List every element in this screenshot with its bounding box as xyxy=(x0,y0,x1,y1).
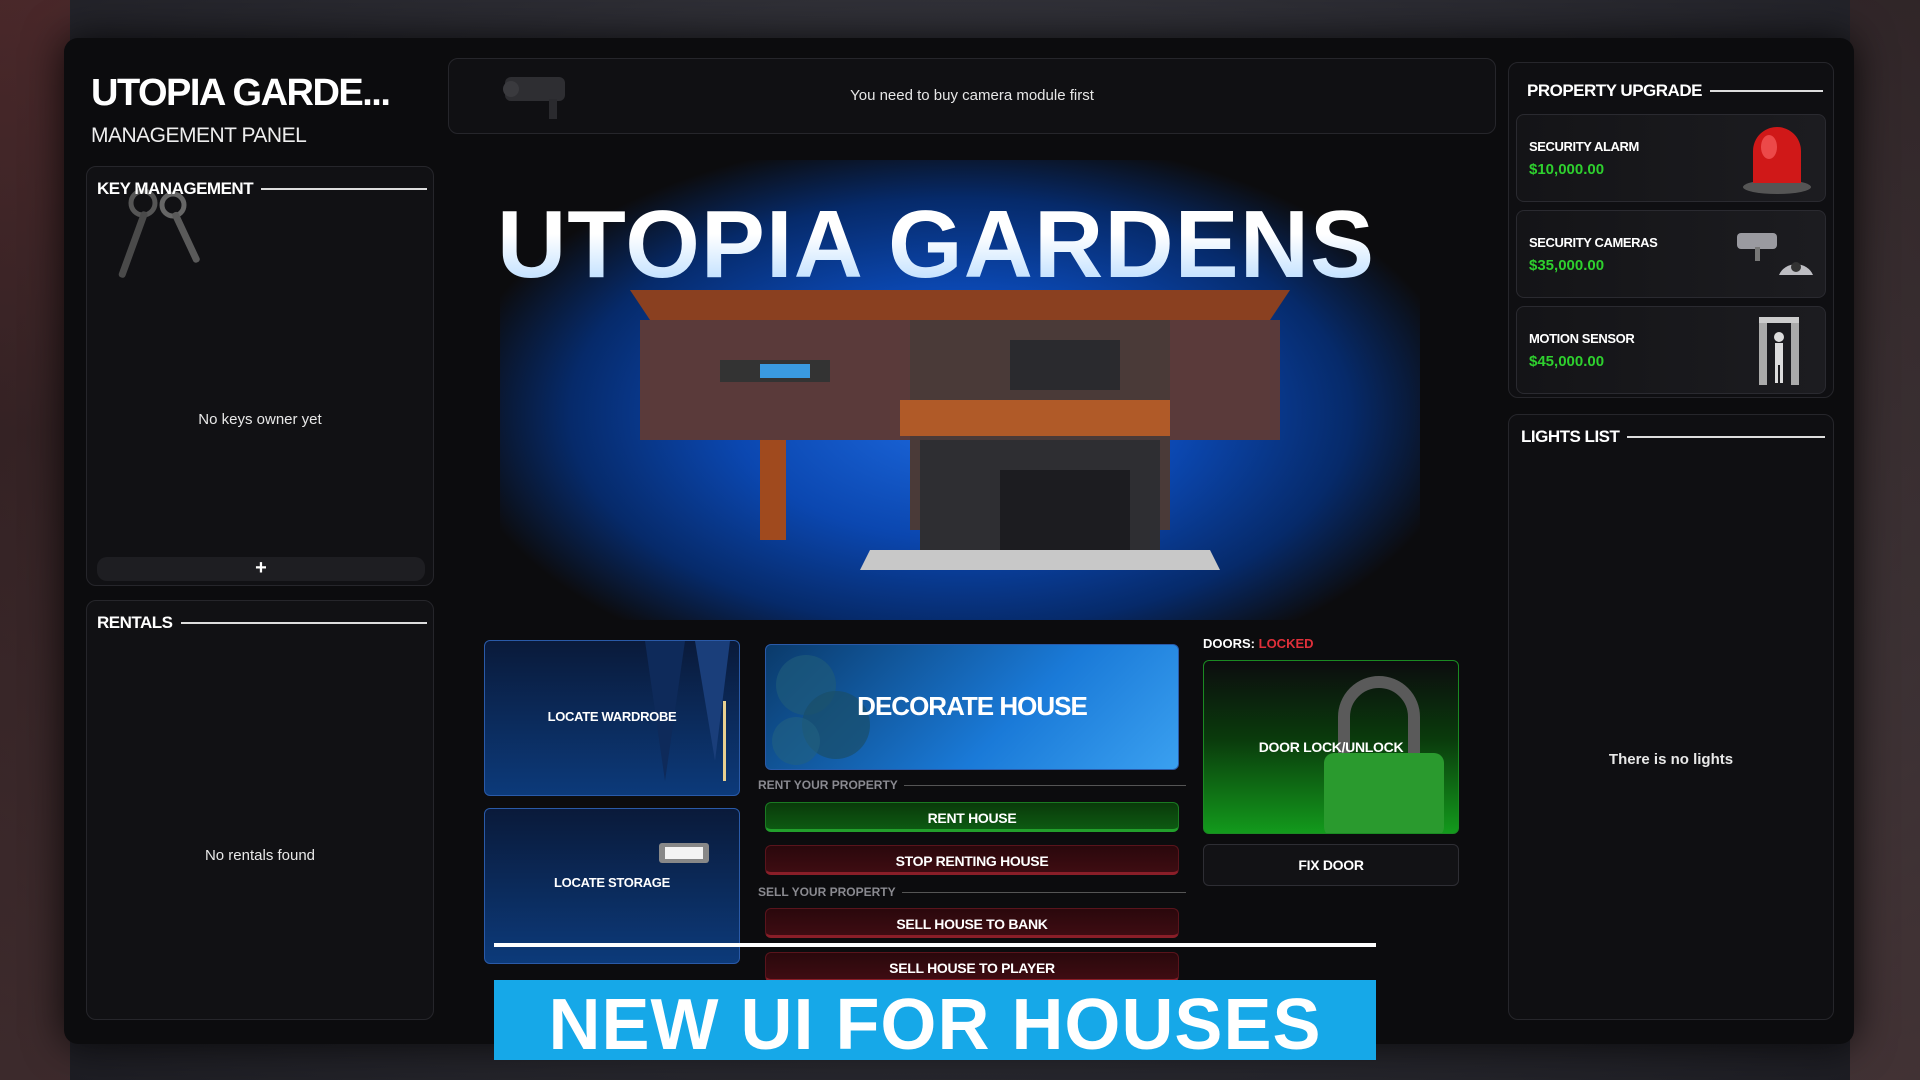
sell-group-label: SELL YOUR PROPERTY xyxy=(758,885,1186,899)
door-lock-unlock-tile[interactable]: DOOR LOCK/UNLOCK xyxy=(1203,660,1459,834)
fix-door-button[interactable]: FIX DOOR xyxy=(1203,844,1459,886)
title-rule xyxy=(180,622,427,624)
panel-subtitle: MANAGEMENT PANEL xyxy=(91,124,307,147)
upgrade-price: $10,000.00 xyxy=(1529,161,1605,178)
keys-empty-text: No keys owner yet xyxy=(198,411,322,428)
upgrade-name: SECURITY CAMERAS xyxy=(1529,235,1658,250)
property-upgrade-header: PROPERTY UPGRADE xyxy=(1527,81,1823,101)
motion-sensor-icon xyxy=(1759,317,1799,385)
property-title: UTOPIA GARDE... xyxy=(91,72,391,114)
decorate-house-tile[interactable]: DECORATE HOUSE xyxy=(765,644,1179,770)
rent-group-text: RENT YOUR PROPERTY xyxy=(758,778,898,792)
rentals-empty-text: No rentals found xyxy=(204,847,316,864)
sell-to-bank-button[interactable]: SELL HOUSE TO BANK xyxy=(765,908,1179,938)
locate-storage-tile[interactable]: LOCATE STORAGE xyxy=(484,808,740,964)
upgrade-security-alarm[interactable]: SECURITY ALARM $10,000.00 xyxy=(1516,114,1826,202)
notice-bar: You need to buy camera module first xyxy=(448,58,1496,134)
locate-storage-label: LOCATE STORAGE xyxy=(554,875,670,890)
rentals-card: RENTALS No rentals found xyxy=(86,600,434,1020)
title-rule xyxy=(1627,436,1825,438)
add-key-button[interactable]: + xyxy=(97,557,425,581)
locate-wardrobe-tile[interactable]: LOCATE WARDROBE xyxy=(484,640,740,796)
storage-light-icon xyxy=(659,843,709,863)
siren-icon xyxy=(1743,127,1811,194)
hero-title: UTOPIA GARDENS xyxy=(466,190,1406,300)
stop-renting-button[interactable]: STOP RENTING HOUSE xyxy=(765,845,1179,875)
lights-empty-text: There is no lights xyxy=(1608,751,1734,768)
rentals-header: RENTALS xyxy=(97,613,427,633)
promo-banner-text: NEW UI FOR HOUSES xyxy=(548,985,1322,1065)
background-left xyxy=(0,0,70,1080)
key-management-card: KEY MANAGEMENT No keys owner yet + xyxy=(86,166,434,586)
upgrade-price: $35,000.00 xyxy=(1529,257,1605,274)
key-management-title: KEY MANAGEMENT xyxy=(97,179,254,198)
upgrade-price: $45,000.00 xyxy=(1529,353,1605,370)
title-rule xyxy=(261,188,427,190)
upgrade-name: SECURITY ALARM xyxy=(1529,139,1639,154)
key-management-header: KEY MANAGEMENT xyxy=(97,179,427,199)
upgrade-security-cameras[interactable]: SECURITY CAMERAS $35,000.00 xyxy=(1516,210,1826,298)
sell-group-text: SELL YOUR PROPERTY xyxy=(758,885,896,899)
doors-status-value: LOCKED xyxy=(1258,636,1314,651)
property-upgrade-title: PROPERTY UPGRADE xyxy=(1527,81,1702,100)
group-rule xyxy=(903,784,1186,786)
doors-status: DOORS: LOCKED xyxy=(1203,636,1314,651)
house-image xyxy=(630,290,1290,570)
group-rule xyxy=(901,891,1186,893)
camera-icon xyxy=(1737,233,1813,275)
upgrade-name: MOTION SENSOR xyxy=(1529,331,1635,346)
rent-group-label: RENT YOUR PROPERTY xyxy=(758,778,1186,792)
lights-list-header: LIGHTS LIST xyxy=(1521,427,1825,447)
doors-label: DOORS: xyxy=(1203,636,1255,651)
upgrade-motion-sensor[interactable]: MOTION SENSOR $45,000.00 xyxy=(1516,306,1826,394)
lights-list-title: LIGHTS LIST xyxy=(1521,427,1620,446)
background-right xyxy=(1850,0,1920,1080)
lights-list-card: LIGHTS LIST There is no lights xyxy=(1508,414,1834,1020)
door-lock-unlock-label: DOOR LOCK/UNLOCK xyxy=(1258,739,1404,755)
locate-wardrobe-label: LOCATE WARDROBE xyxy=(547,709,677,724)
sell-to-player-button[interactable]: SELL HOUSE TO PLAYER xyxy=(765,952,1179,982)
banner-divider xyxy=(494,943,1376,947)
rent-house-button[interactable]: RENT HOUSE xyxy=(765,802,1179,832)
promo-banner: NEW UI FOR HOUSES xyxy=(494,980,1376,1065)
title-rule xyxy=(1709,90,1823,92)
rentals-title: RENTALS xyxy=(97,613,173,632)
decorate-house-label: DECORATE HOUSE xyxy=(857,691,1088,721)
notice-text: You need to buy camera module first xyxy=(850,87,1094,104)
